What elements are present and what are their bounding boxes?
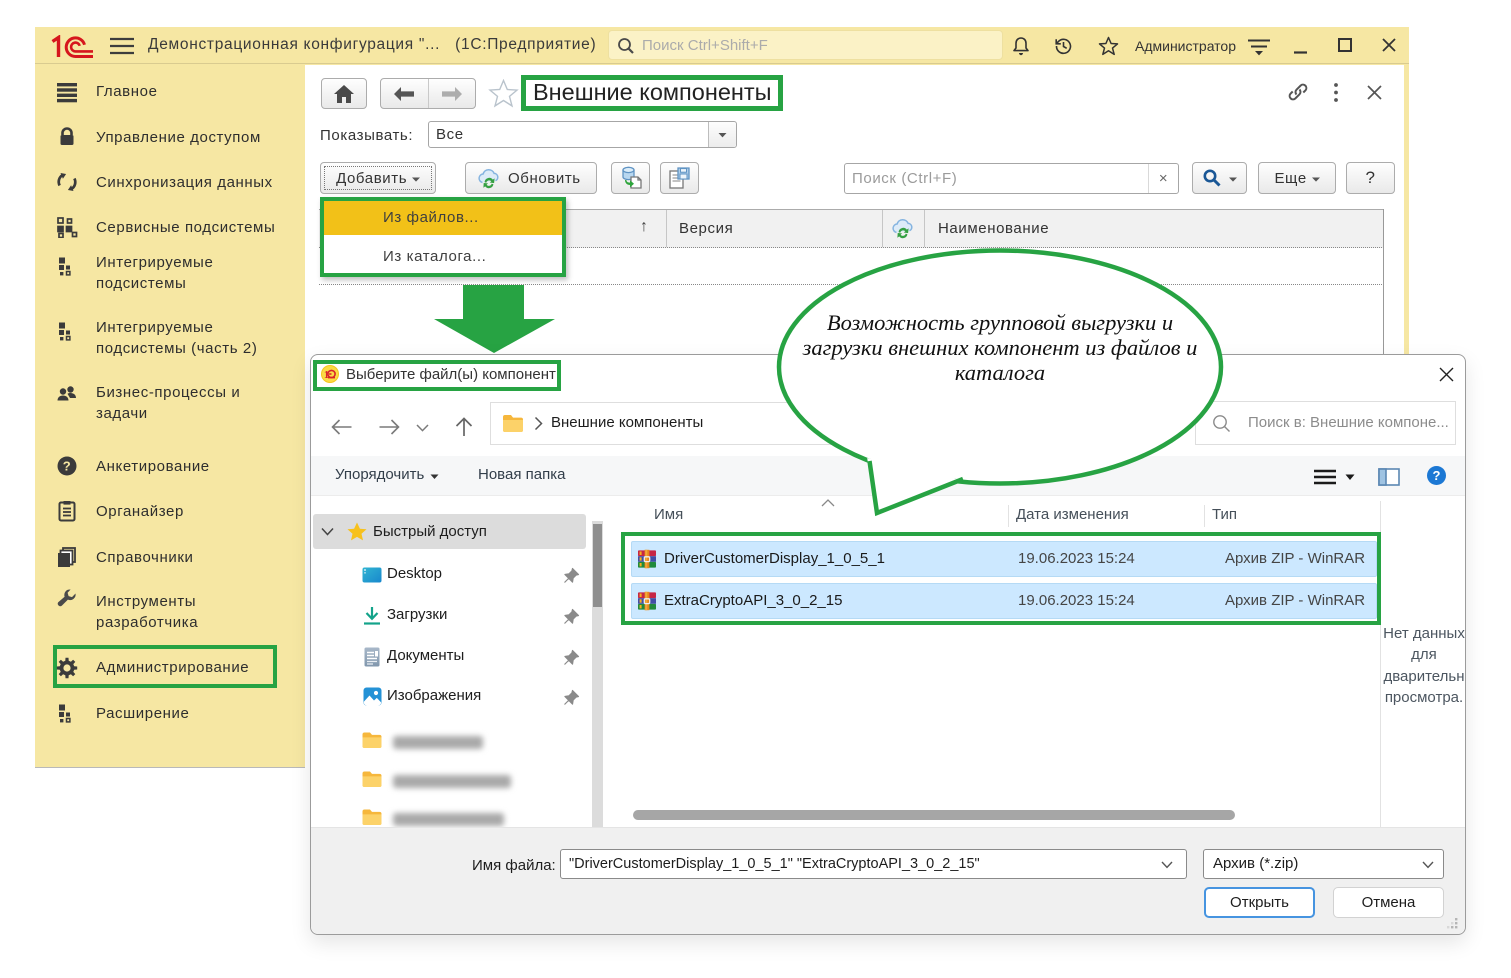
svg-text:?: ? (1433, 468, 1441, 483)
svg-text:?: ? (63, 459, 72, 474)
